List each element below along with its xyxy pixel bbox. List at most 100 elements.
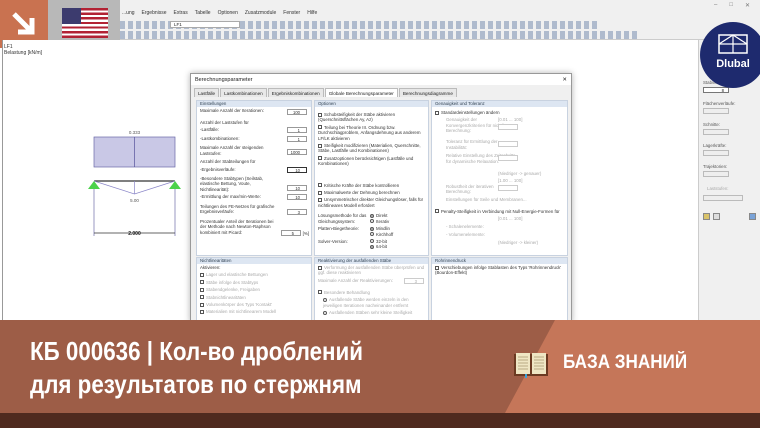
close-window-button[interactable]: ✕ (745, 2, 750, 9)
radio-small-stiffness[interactable]: Ausfallenden Stäben sehr kleine Steifigk… (329, 310, 412, 315)
label: Trajektorien: (703, 164, 728, 169)
edit-icon[interactable] (703, 213, 710, 220)
tab-loadcases[interactable]: Lastfälle (194, 88, 220, 97)
range: [0.01 ... 100] (498, 117, 523, 123)
beam-diagram: 0.333 5.00 2.000 (88, 130, 181, 237)
menu-item[interactable]: Tabelle (195, 10, 211, 16)
label: -Ermittlung der max/min-Werte: (200, 193, 261, 199)
menu-bar: ...ung Ergebnisse Extras Tabelle Optione… (120, 10, 317, 16)
maxmin-divisions-input[interactable]: 10 (287, 193, 307, 200)
dlubal-logo: Dlubal (700, 22, 760, 88)
menu-item[interactable]: Optionen (218, 10, 238, 16)
nonlinearities-panel: Nichtlinearitäten Aktivieren: Lager und … (196, 257, 312, 323)
toolbar-row-2[interactable] (120, 31, 640, 39)
fe-divisions-input[interactable]: 3 (287, 208, 307, 215)
penalty-checkbox[interactable]: Penalty-Steifigkeit in Verbindung mit Nu… (441, 209, 560, 214)
special-divisions-input[interactable]: 10 (287, 184, 307, 191)
radio-kirchhoff[interactable]: Kirchhoff (376, 232, 393, 237)
label: Solver-Version: (318, 238, 348, 244)
load-steps-select[interactable] (703, 195, 743, 201)
range: [0.01 ... 100] (498, 216, 523, 222)
footer-strip (0, 413, 760, 428)
label: - Volumenelemente: (446, 231, 486, 237)
label: -Lastkombinationen: (200, 136, 240, 142)
load-label: Belastung [kN/m] (4, 50, 43, 56)
special-treatment-checkbox[interactable]: Besondere Behandlung (324, 290, 370, 295)
option-shear-stiffness[interactable]: Schubsteifigkeit der Stäbe aktivieren (Q… (318, 112, 395, 122)
nonlin-materials[interactable]: Materialien mit nichtlinearem Modell (206, 309, 276, 314)
label: Maximale Anzahl der Reaktivierungen: (318, 277, 393, 283)
loadcase-select[interactable]: LF1 (170, 21, 240, 28)
menu-item[interactable]: Fenster (283, 10, 300, 16)
menu-item[interactable]: Ergebnisse (142, 10, 167, 16)
title-line-2: для результатов по стержням (30, 369, 362, 399)
pipe-pressure-panel: Rohrinnendruck Verschiebungen infolge St… (431, 257, 568, 323)
canvas-info: LF1 Belastung [kN/m] (4, 44, 42, 56)
radio-mindlin[interactable]: Mindlin (376, 226, 390, 231)
label: Aktivieren: (200, 265, 221, 270)
option-division-theory3[interactable]: Teilung bei Theorie III. Ordnung bzw. Du… (318, 125, 421, 141)
option-modify-stiffness[interactable]: Steifigkeit modifizieren (Materialien, Q… (318, 143, 421, 153)
info-icon[interactable] (713, 213, 720, 220)
label: Teilungen des FE-Netzes für grafische Er… (200, 203, 275, 215)
label: Flächenverläufe: (703, 101, 736, 106)
app-toolbar: ...ung Ergebnisse Extras Tabelle Optione… (120, 0, 760, 40)
combination-steps-input[interactable]: 1 (287, 136, 307, 143)
surface-input[interactable] (703, 108, 729, 114)
change-defaults-checkbox[interactable]: Standardeinstellungen ändern (441, 110, 500, 115)
minimize-button[interactable]: – (714, 2, 717, 9)
radio-64bit[interactable]: 64-bit (376, 244, 387, 249)
tab-diagrams[interactable]: Berechnungsdiagramme (398, 88, 457, 97)
tab-global-parameters[interactable]: Globale Berechnungsparameter (324, 88, 398, 97)
menu-item[interactable]: Hilfe (307, 10, 317, 16)
result-divisions-input[interactable]: 10 (287, 166, 307, 173)
load-steps-checkbox[interactable]: Laststufen: (707, 186, 728, 191)
label: -Ergebnisverläufe: (200, 166, 236, 172)
knowledge-base-label: БАЗА ЗНАНИЙ (563, 352, 688, 373)
nonlin-member[interactable]: Stabnichtlinearitäten (206, 295, 246, 300)
menu-item[interactable]: ...ung (122, 10, 135, 16)
option-unsym-solver[interactable]: Unsymmetrischer direkter Gleichungslöser… (318, 197, 423, 207)
radio-direct[interactable]: Direkt (376, 213, 387, 218)
nonlin-supports[interactable]: Lager und elastische Bettungen (206, 272, 268, 277)
option-additional[interactable]: Zusatzoptionen berücksichtigen (Lastfäll… (318, 156, 413, 166)
option-critical-forces[interactable]: Kritische Kräfte der Stäbe kontrollieren (324, 183, 399, 188)
title-line-1: КБ 000636 | Кол-во дроблений (30, 336, 364, 366)
trajectories-input[interactable] (703, 171, 729, 177)
tab-resultcombinations[interactable]: Ergebniskombinationen (267, 88, 324, 97)
nonlin-hinges[interactable]: Stabendgelenke, Freigaben (206, 287, 260, 292)
radio-remove-individually[interactable]: Ausfallende Stäbe werden einzeln in den … (323, 297, 409, 307)
sections-input[interactable] (703, 129, 729, 135)
dlubal-wordmark: Dlubal (716, 58, 750, 70)
window-controls: – □ ✕ (714, 2, 750, 9)
radio-iterative[interactable]: Iterativ (376, 219, 389, 224)
nonlin-member-type[interactable]: Stäbe infolge des Stabtyps (206, 280, 258, 285)
option-max-strain[interactable]: Maximalwerte der Dehnung berechnen (324, 190, 400, 195)
max-reactivations-input[interactable]: 3 (404, 277, 424, 284)
label: Anzahl der Laststufen für (200, 120, 249, 125)
radio-32bit[interactable]: 32-bit (376, 239, 387, 244)
max-steps-input[interactable]: 1000 (287, 149, 307, 156)
lock-icon[interactable] (749, 213, 756, 220)
support-forces-input[interactable] (703, 150, 729, 156)
accuracy-panel: Genauigkeit und Toleranz Standardeinstel… (431, 100, 568, 256)
label: -Besondere Stabtypen (Seilstab, elastisc… (200, 175, 264, 192)
menu-item[interactable]: Extras (174, 10, 188, 16)
label: Lösungsmethode für das Gleichungssystem: (318, 213, 367, 224)
bourdon-checkbox[interactable]: Verschiebungen infolge Stablasten des Ty… (435, 265, 561, 275)
label: Maximale Anzahl der Iterationen: (200, 108, 264, 113)
max-iterations-input[interactable]: 100 (287, 109, 307, 115)
unit: [%] (302, 230, 309, 236)
maximize-button[interactable]: □ (729, 2, 733, 9)
dialog-close-button[interactable]: ✕ (562, 77, 567, 83)
member-divisions-input[interactable]: 8 (703, 87, 729, 93)
picard-input[interactable]: 5 (281, 229, 301, 236)
menu-item[interactable]: Zusatzmodule (245, 10, 276, 16)
cable-settings-button[interactable]: Einstellungen für Seile und Membranen... (446, 197, 527, 202)
options-panel: Optionen Schubsteifigkeit der Stäbe akti… (314, 100, 429, 256)
reactivate-checkbox[interactable]: Verformung der ausfallenden Stäbe überpr… (318, 265, 424, 275)
loadcase-steps-input[interactable]: 1 (287, 127, 307, 134)
span-value: 2.000 (128, 231, 141, 237)
nonlin-contact[interactable]: Volumenkörper des Typs 'Kontakt' (206, 302, 272, 307)
tab-loadcombinations[interactable]: Lastkombinationen (220, 88, 267, 97)
